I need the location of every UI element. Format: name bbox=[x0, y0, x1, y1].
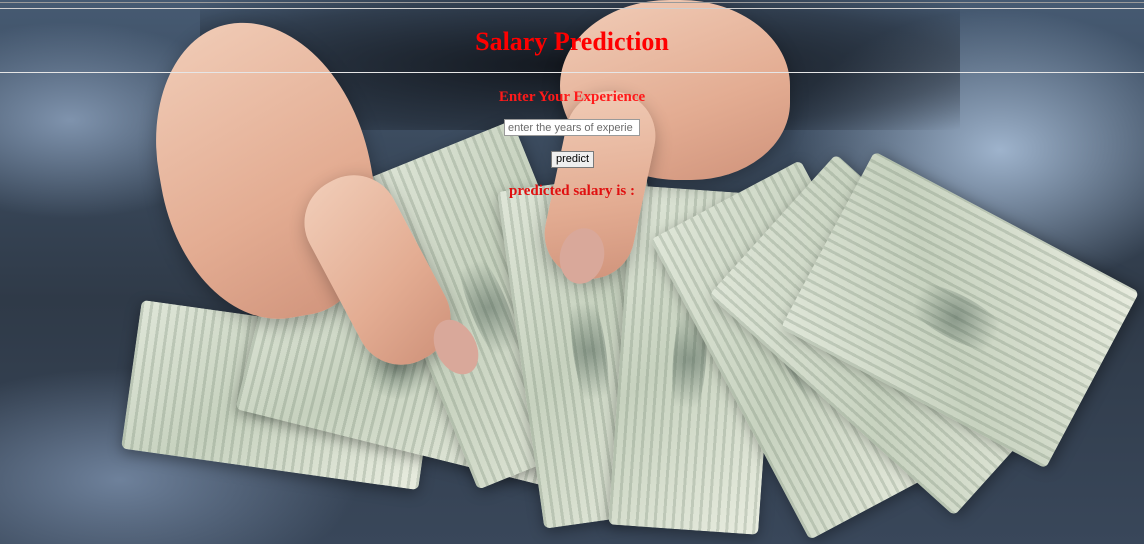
top-divider bbox=[0, 8, 1144, 9]
predict-button[interactable]: predict bbox=[551, 151, 594, 168]
prediction-result: predicted salary is : bbox=[509, 183, 635, 199]
header-divider bbox=[0, 72, 1144, 73]
page-title: Salary Prediction bbox=[475, 27, 669, 56]
experience-input[interactable] bbox=[504, 119, 640, 136]
top-divider bbox=[0, 2, 1144, 3]
experience-label: Enter Your Experience bbox=[498, 89, 646, 105]
background-money-image bbox=[0, 0, 1144, 544]
